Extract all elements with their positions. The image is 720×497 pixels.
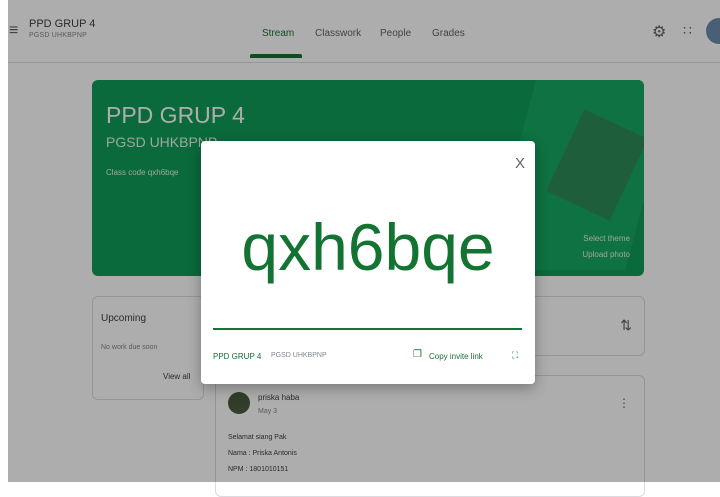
fullscreen-icon[interactable]: ⛶ <box>512 350 518 361</box>
close-icon[interactable]: X <box>515 155 525 172</box>
class-code-dialog: X qxh6bqe PPD GRUP 4 PGSD UHKBPNP ❐ Copy… <box>201 141 535 384</box>
screen-edge <box>0 0 8 482</box>
copy-invite-link-button[interactable]: Copy invite link <box>429 352 483 361</box>
divider <box>213 328 522 330</box>
copy-icon[interactable]: ❐ <box>413 349 422 360</box>
dialog-class-name: PPD GRUP 4 <box>213 352 262 361</box>
class-code-display: qxh6bqe <box>241 210 495 284</box>
dialog-class-section: PGSD UHKBPNP <box>271 352 327 359</box>
